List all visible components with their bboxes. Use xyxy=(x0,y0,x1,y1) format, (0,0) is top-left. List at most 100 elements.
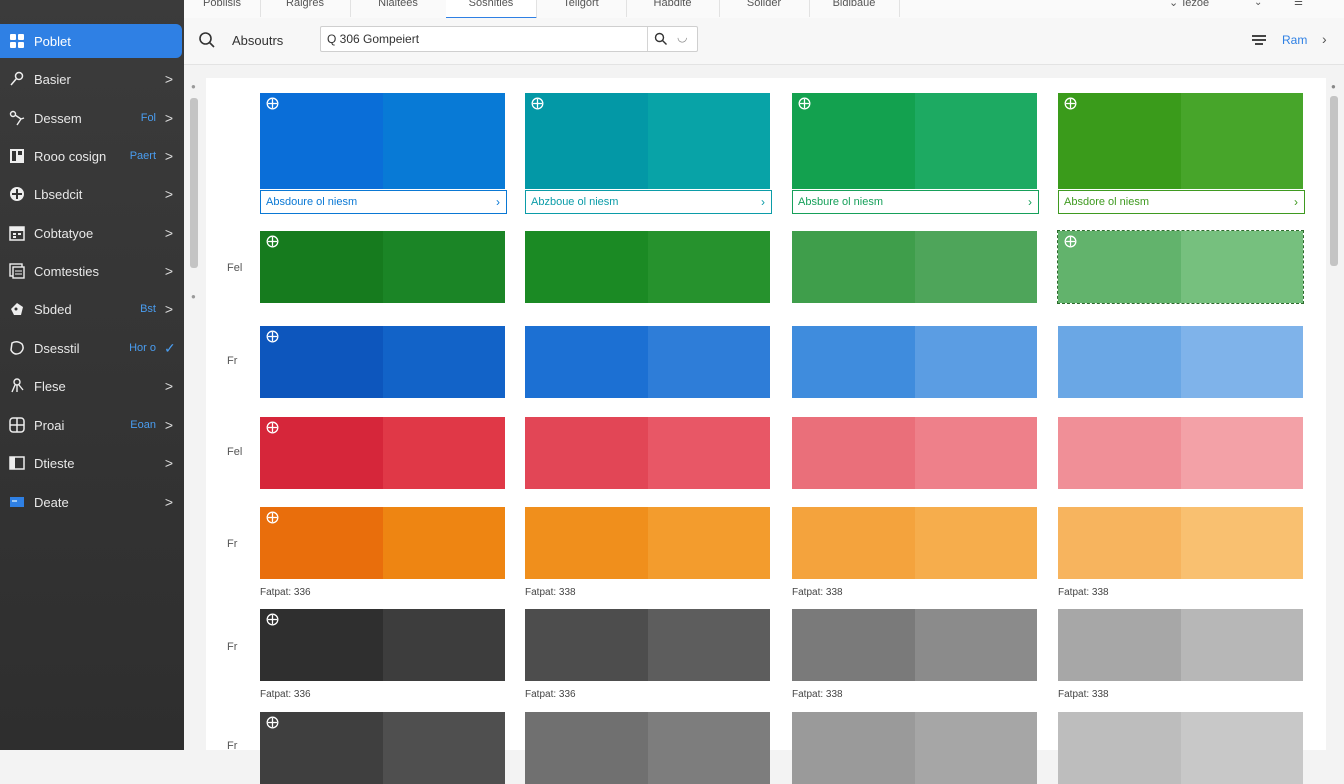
color-swatch[interactable] xyxy=(525,507,770,579)
color-swatch[interactable] xyxy=(260,507,505,579)
sidebar-item-10[interactable]: Proai Eoan > xyxy=(0,408,184,442)
calendar-icon xyxy=(8,224,26,242)
color-swatch[interactable] xyxy=(260,93,505,189)
add-swatch-icon[interactable] xyxy=(266,97,279,110)
swatch-name-field[interactable]: Abzboue ol niesm › xyxy=(525,190,772,214)
sidebar-item-4[interactable]: Lbsedcit > xyxy=(0,177,184,211)
tab-0[interactable]: Poblisis xyxy=(184,0,261,17)
sidebar-item-3[interactable]: Rooo cosign Paert > xyxy=(0,139,184,173)
add-circle-icon xyxy=(8,185,26,203)
search-submit-icon[interactable] xyxy=(654,32,668,46)
swatch-name-field[interactable]: Absbure ol niesm › xyxy=(792,190,1039,214)
color-swatch[interactable] xyxy=(1058,326,1303,398)
tab-1[interactable]: Raigres xyxy=(260,0,351,17)
search-input[interactable]: Q 306 Gompeiert xyxy=(327,32,419,46)
color-swatch[interactable] xyxy=(1057,230,1304,304)
tab-menu-icon[interactable]: ☰ xyxy=(1294,0,1303,8)
add-swatch-icon[interactable] xyxy=(266,235,279,248)
right-scrollbar[interactable]: ● xyxy=(1328,80,1340,750)
color-swatch[interactable] xyxy=(792,231,1037,303)
color-swatch[interactable] xyxy=(792,712,1037,784)
sidebar-item-11[interactable]: Dtieste > xyxy=(0,446,184,480)
swatch-shade xyxy=(525,609,648,681)
tab-7[interactable]: Bidibaue xyxy=(809,0,900,17)
scroll-down-arrow[interactable]: ● xyxy=(191,292,196,301)
tab-settings-icon[interactable]: ⌄ xyxy=(1254,0,1262,8)
color-swatch[interactable] xyxy=(1058,93,1303,189)
color-swatch[interactable] xyxy=(792,609,1037,681)
tab-6[interactable]: Solider xyxy=(719,0,810,17)
add-swatch-icon[interactable] xyxy=(266,716,279,729)
search-field[interactable]: Q 306 Gompeiert ◡ xyxy=(320,26,698,52)
tab-2[interactable]: Nialtees xyxy=(350,0,447,17)
add-swatch-icon[interactable] xyxy=(266,511,279,524)
dropdown-icon: ⌄ xyxy=(1169,0,1179,9)
swatch-shade xyxy=(792,326,915,398)
color-swatch[interactable] xyxy=(525,417,770,489)
tab-3[interactable]: Soshities xyxy=(446,0,537,19)
left-scrollbar[interactable]: ● ● xyxy=(189,82,199,312)
add-swatch-icon[interactable] xyxy=(266,613,279,626)
color-swatch[interactable] xyxy=(525,712,770,784)
swatch-shade xyxy=(1058,417,1181,489)
swatch-name-field[interactable]: Absdoure ol niesm › xyxy=(260,190,507,214)
add-swatch-icon[interactable] xyxy=(798,97,811,110)
swatch-name-field[interactable]: Absdore ol niesm › xyxy=(1058,190,1305,214)
sidebar-item-label: Lbsedcit xyxy=(34,186,83,202)
sidebar-item-label: Flese xyxy=(34,378,66,394)
sidebar-item-12[interactable]: Deate > xyxy=(0,485,184,519)
tab-4[interactable]: Teilgort xyxy=(536,0,627,17)
color-swatch[interactable] xyxy=(525,326,770,398)
color-swatch[interactable] xyxy=(525,231,770,303)
right-scroll-thumb[interactable] xyxy=(1330,96,1338,266)
swatch-shade xyxy=(1180,609,1303,681)
add-swatch-icon[interactable] xyxy=(266,330,279,343)
color-swatch[interactable] xyxy=(792,507,1037,579)
tab-right-area[interactable]: ⌄ Iezoe xyxy=(1169,0,1209,17)
color-swatch[interactable] xyxy=(260,417,505,489)
color-swatch[interactable] xyxy=(1058,712,1303,784)
sidebar-item-label: Poblet xyxy=(34,33,71,49)
swatch-shade xyxy=(792,507,915,579)
color-swatch[interactable] xyxy=(792,326,1037,398)
color-swatch[interactable] xyxy=(1058,417,1303,489)
color-swatch[interactable] xyxy=(792,93,1037,189)
left-scroll-thumb[interactable] xyxy=(190,98,198,268)
chevron-right-icon[interactable]: › xyxy=(1322,31,1327,47)
sidebar-item-9[interactable]: Flese > xyxy=(0,369,184,403)
color-swatch[interactable] xyxy=(260,326,505,398)
sidebar-item-label: Dtieste xyxy=(34,455,75,471)
color-swatch[interactable] xyxy=(792,417,1037,489)
color-swatch[interactable] xyxy=(1058,507,1303,579)
color-swatch[interactable] xyxy=(260,231,505,303)
add-swatch-icon[interactable] xyxy=(1064,97,1077,110)
sidebar-item-6[interactable]: Comtesties > xyxy=(0,254,184,288)
chevron-right-icon: › xyxy=(761,195,765,209)
clear-icon[interactable]: ◡ xyxy=(677,30,687,44)
sidebar-item-8[interactable]: Dsesstil Hor o ✓ xyxy=(0,331,184,365)
scroll-up-arrow[interactable]: ● xyxy=(191,82,196,91)
search-icon[interactable] xyxy=(198,31,216,49)
document-icon xyxy=(8,262,26,280)
sidebar-item-5[interactable]: Cobtatyoe > xyxy=(0,216,184,250)
add-swatch-icon[interactable] xyxy=(531,97,544,110)
color-swatch[interactable] xyxy=(525,93,770,189)
sidebar-item-2[interactable]: Dessem Fol > xyxy=(0,101,184,135)
tab-label: Solider xyxy=(746,0,782,9)
layout-icon xyxy=(8,147,26,165)
color-swatch[interactable] xyxy=(525,609,770,681)
sidebar-item-7[interactable]: Sbded Bst > xyxy=(0,292,184,326)
keyboard-icon[interactable] xyxy=(1251,33,1267,47)
right-scroll-up-arrow[interactable]: ● xyxy=(1331,82,1336,91)
chevron-right-icon: > xyxy=(164,417,174,433)
tab-label: Nialtees xyxy=(378,0,418,9)
sidebar-item-0[interactable]: Poblet xyxy=(0,24,182,58)
sidebar-item-1[interactable]: Basier > xyxy=(0,62,184,96)
tab-5[interactable]: Habdite xyxy=(626,0,720,17)
add-swatch-icon[interactable] xyxy=(1064,235,1077,248)
color-swatch[interactable] xyxy=(1058,609,1303,681)
color-swatch[interactable] xyxy=(260,609,505,681)
add-swatch-icon[interactable] xyxy=(266,421,279,434)
toolbar-right-button[interactable]: Ram xyxy=(1282,33,1307,47)
color-swatch[interactable] xyxy=(260,712,505,784)
